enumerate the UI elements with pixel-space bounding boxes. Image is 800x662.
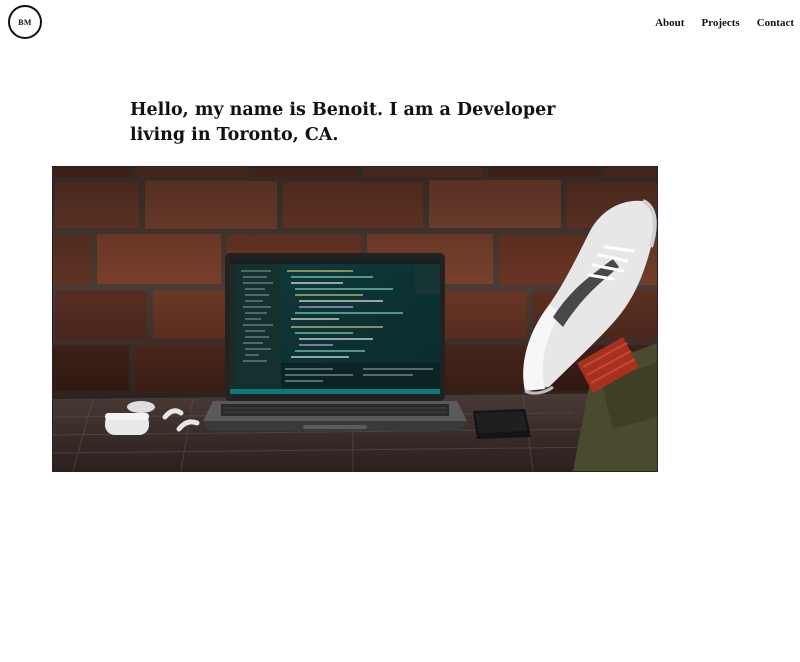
logo-text: BM (18, 17, 32, 27)
nav-projects-link[interactable]: Projects (701, 17, 739, 29)
hero-image (52, 166, 658, 472)
nav-about-link[interactable]: About (655, 17, 684, 29)
laptop (203, 253, 467, 431)
phone (473, 409, 531, 439)
hero-headline: Hello, my name is Benoit. I am a Develop… (130, 100, 556, 145)
nav-contact-link[interactable]: Contact (757, 17, 794, 29)
page: BM About Projects Contact Hello, my name… (0, 0, 800, 662)
logo[interactable]: BM (8, 5, 42, 39)
main-nav: About Projects Contact (655, 17, 794, 29)
